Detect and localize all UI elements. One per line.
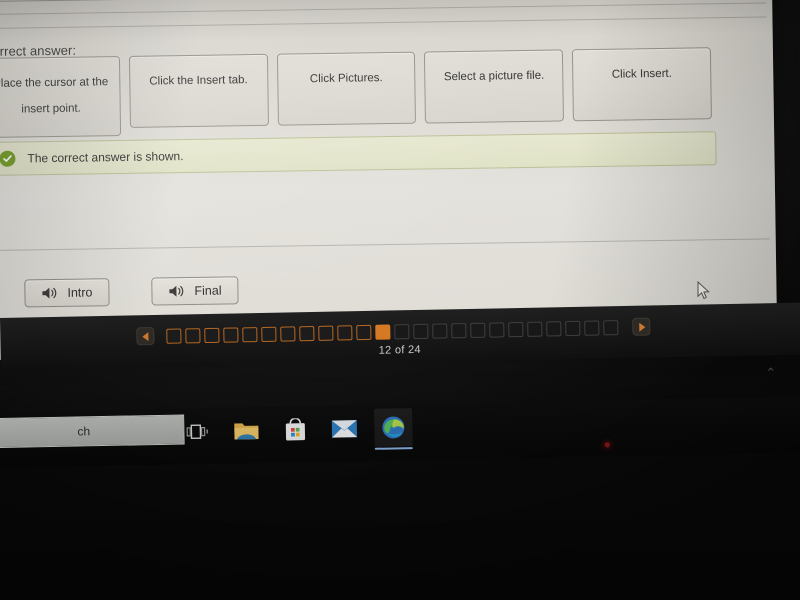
rule [0, 16, 767, 30]
page-square-14[interactable] [413, 323, 429, 339]
page-square-19[interactable] [508, 321, 524, 337]
microsoft-store-icon[interactable] [282, 416, 308, 442]
answer-step-1[interactable]: Place the cursor at the insert point. [0, 56, 121, 139]
answer-step-3[interactable]: Click Pictures. [276, 51, 417, 126]
mouse-cursor [697, 280, 710, 305]
previous-page-button[interactable] [136, 327, 155, 346]
taskbar-icons [184, 404, 413, 454]
laptop-screen-photo: Correct answer: Place the cursor at the … [0, 0, 800, 600]
page-square-7[interactable] [280, 325, 296, 342]
check-circle-icon [0, 150, 16, 167]
sequence-tile-partial[interactable] [0, 0, 123, 3]
page-counter: 12 of 24 [378, 343, 421, 357]
page-square-3[interactable] [204, 327, 220, 343]
page-square-15[interactable] [432, 322, 448, 339]
final-audio-label: Final [194, 283, 222, 298]
task-view-icon[interactable] [184, 418, 210, 444]
answer-step-4[interactable]: Select a picture file. [424, 49, 565, 124]
speaker-icon [41, 286, 58, 300]
status-led [604, 442, 610, 448]
search-input[interactable]: ch [0, 414, 185, 450]
audio-controls: Intro Final [24, 276, 239, 308]
feedback-text: The correct answer is shown. [27, 149, 184, 166]
rule [0, 2, 767, 16]
page-square-24[interactable] [603, 319, 619, 335]
page-square-5[interactable] [242, 326, 258, 342]
page-square-17[interactable] [470, 322, 486, 338]
answer-step-2[interactable]: Click the Insert tab. [128, 53, 269, 128]
final-audio-button[interactable]: Final [151, 276, 239, 306]
windows-taskbar: ch ⌃ [0, 365, 800, 468]
page-square-12-current[interactable] [375, 324, 391, 340]
mail-icon[interactable] [331, 415, 358, 441]
answer-step-5[interactable]: Click Insert. [572, 47, 712, 122]
page-square-2[interactable] [185, 327, 201, 343]
page-square-16[interactable] [451, 322, 467, 338]
intro-audio-button[interactable]: Intro [24, 278, 110, 308]
page-square-6[interactable] [261, 326, 277, 342]
page-square-20[interactable] [527, 321, 543, 337]
next-page-button[interactable] [632, 317, 651, 336]
page-square-1[interactable] [166, 328, 182, 344]
microsoft-edge-icon[interactable] [374, 408, 413, 447]
page-square-21[interactable] [546, 320, 562, 337]
page-square-13[interactable] [394, 323, 410, 339]
page-square-18[interactable] [489, 321, 505, 338]
page-square-4[interactable] [223, 326, 239, 343]
file-explorer-icon[interactable] [233, 417, 259, 443]
page-square-22[interactable] [565, 320, 581, 336]
pagination-squares [136, 317, 651, 346]
page-square-11[interactable] [356, 324, 372, 340]
speaker-icon [168, 284, 185, 298]
content-divider [0, 238, 770, 252]
page-square-10[interactable] [337, 324, 353, 341]
page-square-23[interactable] [584, 319, 600, 336]
correct-answer-sequence: Place the cursor at the insert point. Cl… [0, 47, 712, 139]
previous-sequence-row [0, 0, 722, 3]
page-square-8[interactable] [299, 325, 315, 341]
feedback-banner: The correct answer is shown. [0, 131, 717, 177]
show-hidden-icons-chevron-up[interactable]: ⌃ [765, 365, 776, 381]
intro-audio-label: Intro [67, 285, 93, 300]
page-square-9[interactable] [318, 325, 334, 341]
